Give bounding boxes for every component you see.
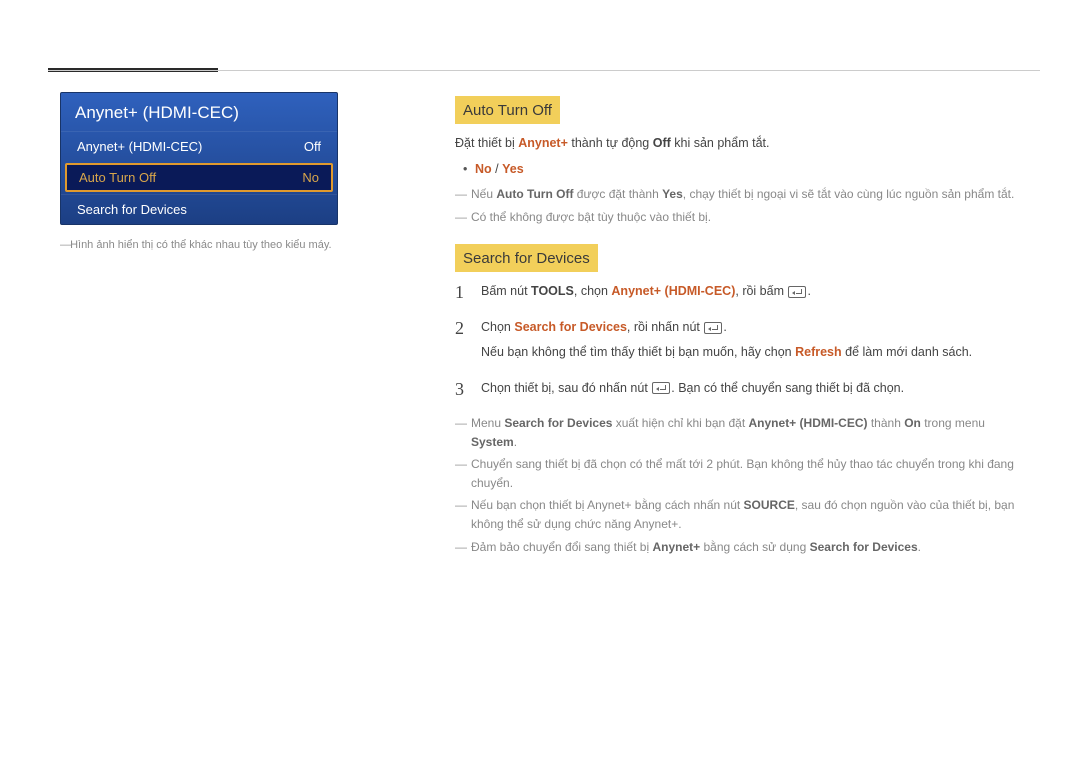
panel-title: Anynet+ (HDMI-CEC) (61, 93, 337, 131)
text: để làm mới danh sách. (842, 345, 972, 359)
note-line: Menu Search for Devices xuất hiện chỉ kh… (471, 414, 1030, 451)
highlight: Anynet+ (518, 136, 568, 150)
highlight: Anynet+ (HDMI-CEC) (611, 284, 735, 298)
step-body: Bấm nút TOOLS, chọn Anynet+ (HDMI-CEC), … (481, 282, 1030, 307)
text: khi sản phẩm tắt. (671, 136, 770, 150)
step-number: 1 (455, 282, 469, 307)
highlight: Search for Devices (514, 320, 627, 334)
text: . (918, 540, 921, 554)
step-body: Chọn Search for Devices, rồi nhấn nút . … (481, 318, 1030, 369)
bold-text: Search for Devices (810, 540, 918, 554)
option-yes: Yes (502, 162, 524, 176)
row-value: Off (304, 139, 321, 154)
text: . (807, 284, 810, 298)
note-line: Nếu Auto Turn Off được đặt thành Yes, ch… (471, 185, 1030, 204)
text: , rồi bấm (735, 284, 787, 298)
row-label: Search for Devices (77, 202, 187, 217)
bold-text: TOOLS (531, 284, 574, 298)
text: . (723, 320, 726, 334)
note-line: Đảm bảo chuyển đổi sang thiết bị Anynet+… (471, 538, 1030, 557)
text: , chọn (574, 284, 612, 298)
highlight: Refresh (795, 345, 842, 359)
step-number: 2 (455, 318, 469, 369)
section-search-devices: Search for Devices 1 Bấm nút TOOLS, chọn… (455, 244, 1030, 556)
text: được đặt thành (573, 187, 662, 201)
step-number: 3 (455, 379, 469, 404)
text: , rồi nhấn nút (627, 320, 703, 334)
text: thành tự động (568, 136, 653, 150)
section-heading: Search for Devices (455, 244, 598, 272)
text: Nếu bạn chọn thiết bị Anynet+ bằng cách … (471, 498, 744, 512)
enter-icon (704, 322, 722, 334)
text: Đảm bảo chuyển đổi sang thiết bị (471, 540, 652, 554)
text: xuất hiện chỉ khi bạn đặt (612, 416, 748, 430)
enter-icon (788, 286, 806, 298)
text: trong menu (921, 416, 985, 430)
note-line: Có thể không được bật tùy thuộc vào thiế… (471, 208, 1030, 227)
text: Nếu bạn không thể tìm thấy thiết bị bạn … (481, 345, 795, 359)
option-no: No (475, 162, 492, 176)
text: . Bạn có thể chuyển sang thiết bị đã chọ… (671, 381, 904, 395)
bold-text: On (904, 416, 921, 430)
bold-text: System (471, 435, 514, 449)
row-label: Anynet+ (HDMI-CEC) (77, 139, 202, 154)
row-value: No (302, 170, 319, 185)
text: / (492, 162, 502, 176)
text: . (514, 435, 517, 449)
header-rule (48, 70, 1040, 71)
text: Bấm nút (481, 284, 531, 298)
panel-row-search-devices[interactable]: Search for Devices (61, 194, 337, 224)
footnotes: Menu Search for Devices xuất hiện chỉ kh… (455, 414, 1030, 556)
settings-panel: Anynet+ (HDMI-CEC) Anynet+ (HDMI-CEC) Of… (60, 92, 338, 225)
bold-text: Auto Turn Off (496, 187, 573, 201)
bold-text: Anynet+ (652, 540, 700, 554)
panel-caption: Hình ảnh hiển thị có thể khác nhau tùy t… (60, 239, 338, 251)
section-auto-turn-off: Auto Turn Off Đặt thiết bị Anynet+ thành… (455, 96, 1030, 226)
bold-text: Yes (662, 187, 683, 201)
intro-line: Đặt thiết bị Anynet+ thành tự động Off k… (455, 134, 1030, 153)
enter-icon (652, 382, 670, 394)
note-line: Chuyển sang thiết bị đã chọn có thể mất … (471, 455, 1030, 492)
section-heading: Auto Turn Off (455, 96, 560, 124)
option-bullet: No / Yes (475, 160, 1030, 179)
text: Chọn (481, 320, 514, 334)
highlight: Off (653, 136, 671, 150)
bold-text: SOURCE (744, 498, 795, 512)
text: Chọn thiết bị, sau đó nhấn nút (481, 381, 651, 395)
step-body: Chọn thiết bị, sau đó nhấn nút . Bạn có … (481, 379, 1030, 404)
bold-text: Anynet+ (HDMI-CEC) (749, 416, 868, 430)
text: Menu (471, 416, 504, 430)
step-2: 2 Chọn Search for Devices, rồi nhấn nút … (455, 318, 1030, 369)
text: , chạy thiết bị ngoại vi sẽ tắt vào cùng… (683, 187, 1015, 201)
text: Nếu (471, 187, 496, 201)
step-1: 1 Bấm nút TOOLS, chọn Anynet+ (HDMI-CEC)… (455, 282, 1030, 307)
text: Đặt thiết bị (455, 136, 518, 150)
settings-panel-column: Anynet+ (HDMI-CEC) Anynet+ (HDMI-CEC) Of… (60, 92, 338, 251)
panel-row-anynet[interactable]: Anynet+ (HDMI-CEC) Off (61, 131, 337, 161)
note-line: Nếu bạn chọn thiết bị Anynet+ bằng cách … (471, 496, 1030, 533)
bold-text: Search for Devices (504, 416, 612, 430)
text: thành (868, 416, 905, 430)
step-3: 3 Chọn thiết bị, sau đó nhấn nút . Bạn c… (455, 379, 1030, 404)
panel-row-auto-turn-off[interactable]: Auto Turn Off No (65, 163, 333, 192)
content-column: Auto Turn Off Đặt thiết bị Anynet+ thành… (455, 96, 1030, 560)
row-label: Auto Turn Off (79, 170, 156, 185)
text: bằng cách sử dụng (700, 540, 809, 554)
